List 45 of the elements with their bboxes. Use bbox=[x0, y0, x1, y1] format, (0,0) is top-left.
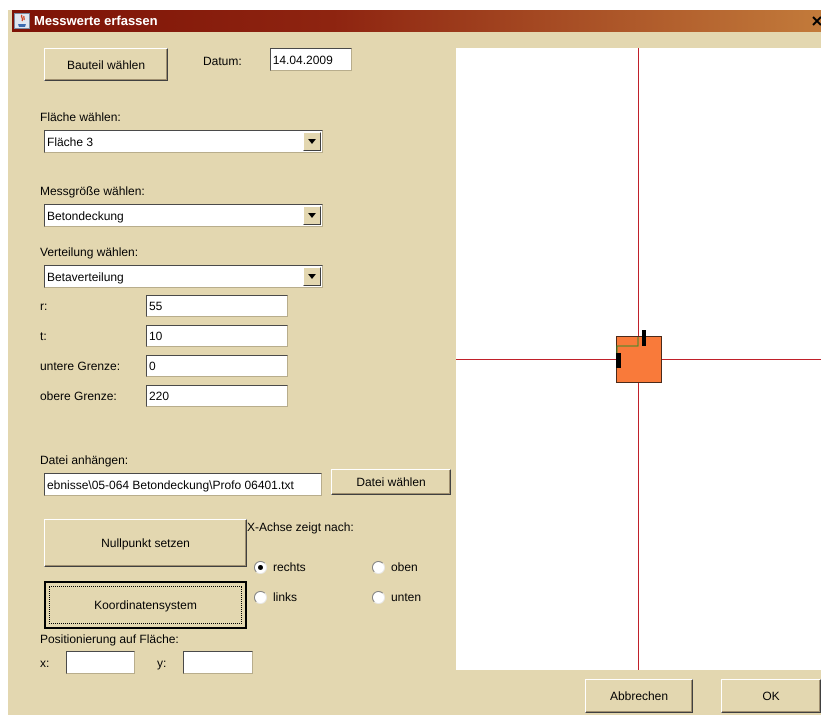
parameter-label: untere Grenze: bbox=[40, 358, 122, 375]
y-label: y: bbox=[157, 654, 168, 672]
x-axis-label: X-Achse zeigt nach: bbox=[247, 520, 355, 534]
close-icon[interactable] bbox=[812, 16, 821, 26]
x-field[interactable] bbox=[66, 651, 135, 674]
parameter-field[interactable]: 10 bbox=[146, 325, 288, 347]
y-field[interactable] bbox=[183, 651, 253, 674]
ok-button[interactable]: OK bbox=[721, 679, 821, 713]
dropdown-label: Messgröße wählen: bbox=[40, 184, 146, 198]
date-field[interactable]: 14.04.2009 bbox=[270, 48, 352, 71]
coordinate-system-button[interactable]: Koordinatensystem bbox=[44, 581, 247, 629]
dropdown-arrow-icon bbox=[308, 139, 316, 144]
radio-label: links bbox=[273, 589, 298, 606]
positioning-label: Positionierung auf Fläche: bbox=[40, 632, 180, 646]
dropdown-label: Verteilung wählen: bbox=[40, 245, 140, 259]
dropdown[interactable]: Betondeckung bbox=[44, 204, 323, 227]
select-part-button[interactable]: Bauteil wählen bbox=[44, 48, 168, 81]
choose-file-button[interactable]: Datei wählen bbox=[331, 469, 451, 495]
dropdown[interactable]: Fläche 3 bbox=[44, 130, 323, 153]
file-path-field[interactable]: ebnisse\05-064 Betondeckung\Profo 06401.txt bbox=[44, 473, 322, 496]
parameter-field[interactable]: 0 bbox=[146, 355, 288, 377]
radio-label: oben bbox=[391, 559, 418, 576]
parameter-label: obere Grenze: bbox=[40, 388, 118, 405]
parameter-label: r: bbox=[40, 298, 48, 315]
set-origin-button[interactable]: Nullpunkt setzen bbox=[44, 519, 247, 567]
dropdown[interactable]: Betaverteilung bbox=[44, 265, 323, 288]
app-icon bbox=[14, 13, 30, 29]
parameter-label: t: bbox=[40, 328, 48, 345]
radio-label: unten bbox=[391, 589, 422, 606]
cancel-button[interactable]: Abbrechen bbox=[585, 679, 693, 713]
window-title: Messwerte erfassen bbox=[34, 12, 158, 30]
attach-file-label: Datei anhängen: bbox=[40, 453, 130, 467]
component-drawing bbox=[616, 330, 662, 383]
radio-button[interactable] bbox=[372, 560, 385, 574]
dropdown-arrow-icon bbox=[308, 213, 316, 218]
radio-button[interactable] bbox=[254, 560, 267, 574]
dropdown-label: Fläche wählen: bbox=[40, 110, 122, 124]
parameter-field[interactable]: 220 bbox=[146, 385, 288, 407]
dropdown-arrow-icon bbox=[308, 274, 316, 279]
parameter-field[interactable]: 55 bbox=[146, 295, 288, 317]
radio-button[interactable] bbox=[254, 590, 267, 604]
x-label: x: bbox=[40, 654, 50, 672]
radio-button[interactable] bbox=[372, 590, 385, 604]
date-label: Datum: bbox=[203, 53, 242, 70]
radio-label: rechts bbox=[273, 559, 306, 576]
